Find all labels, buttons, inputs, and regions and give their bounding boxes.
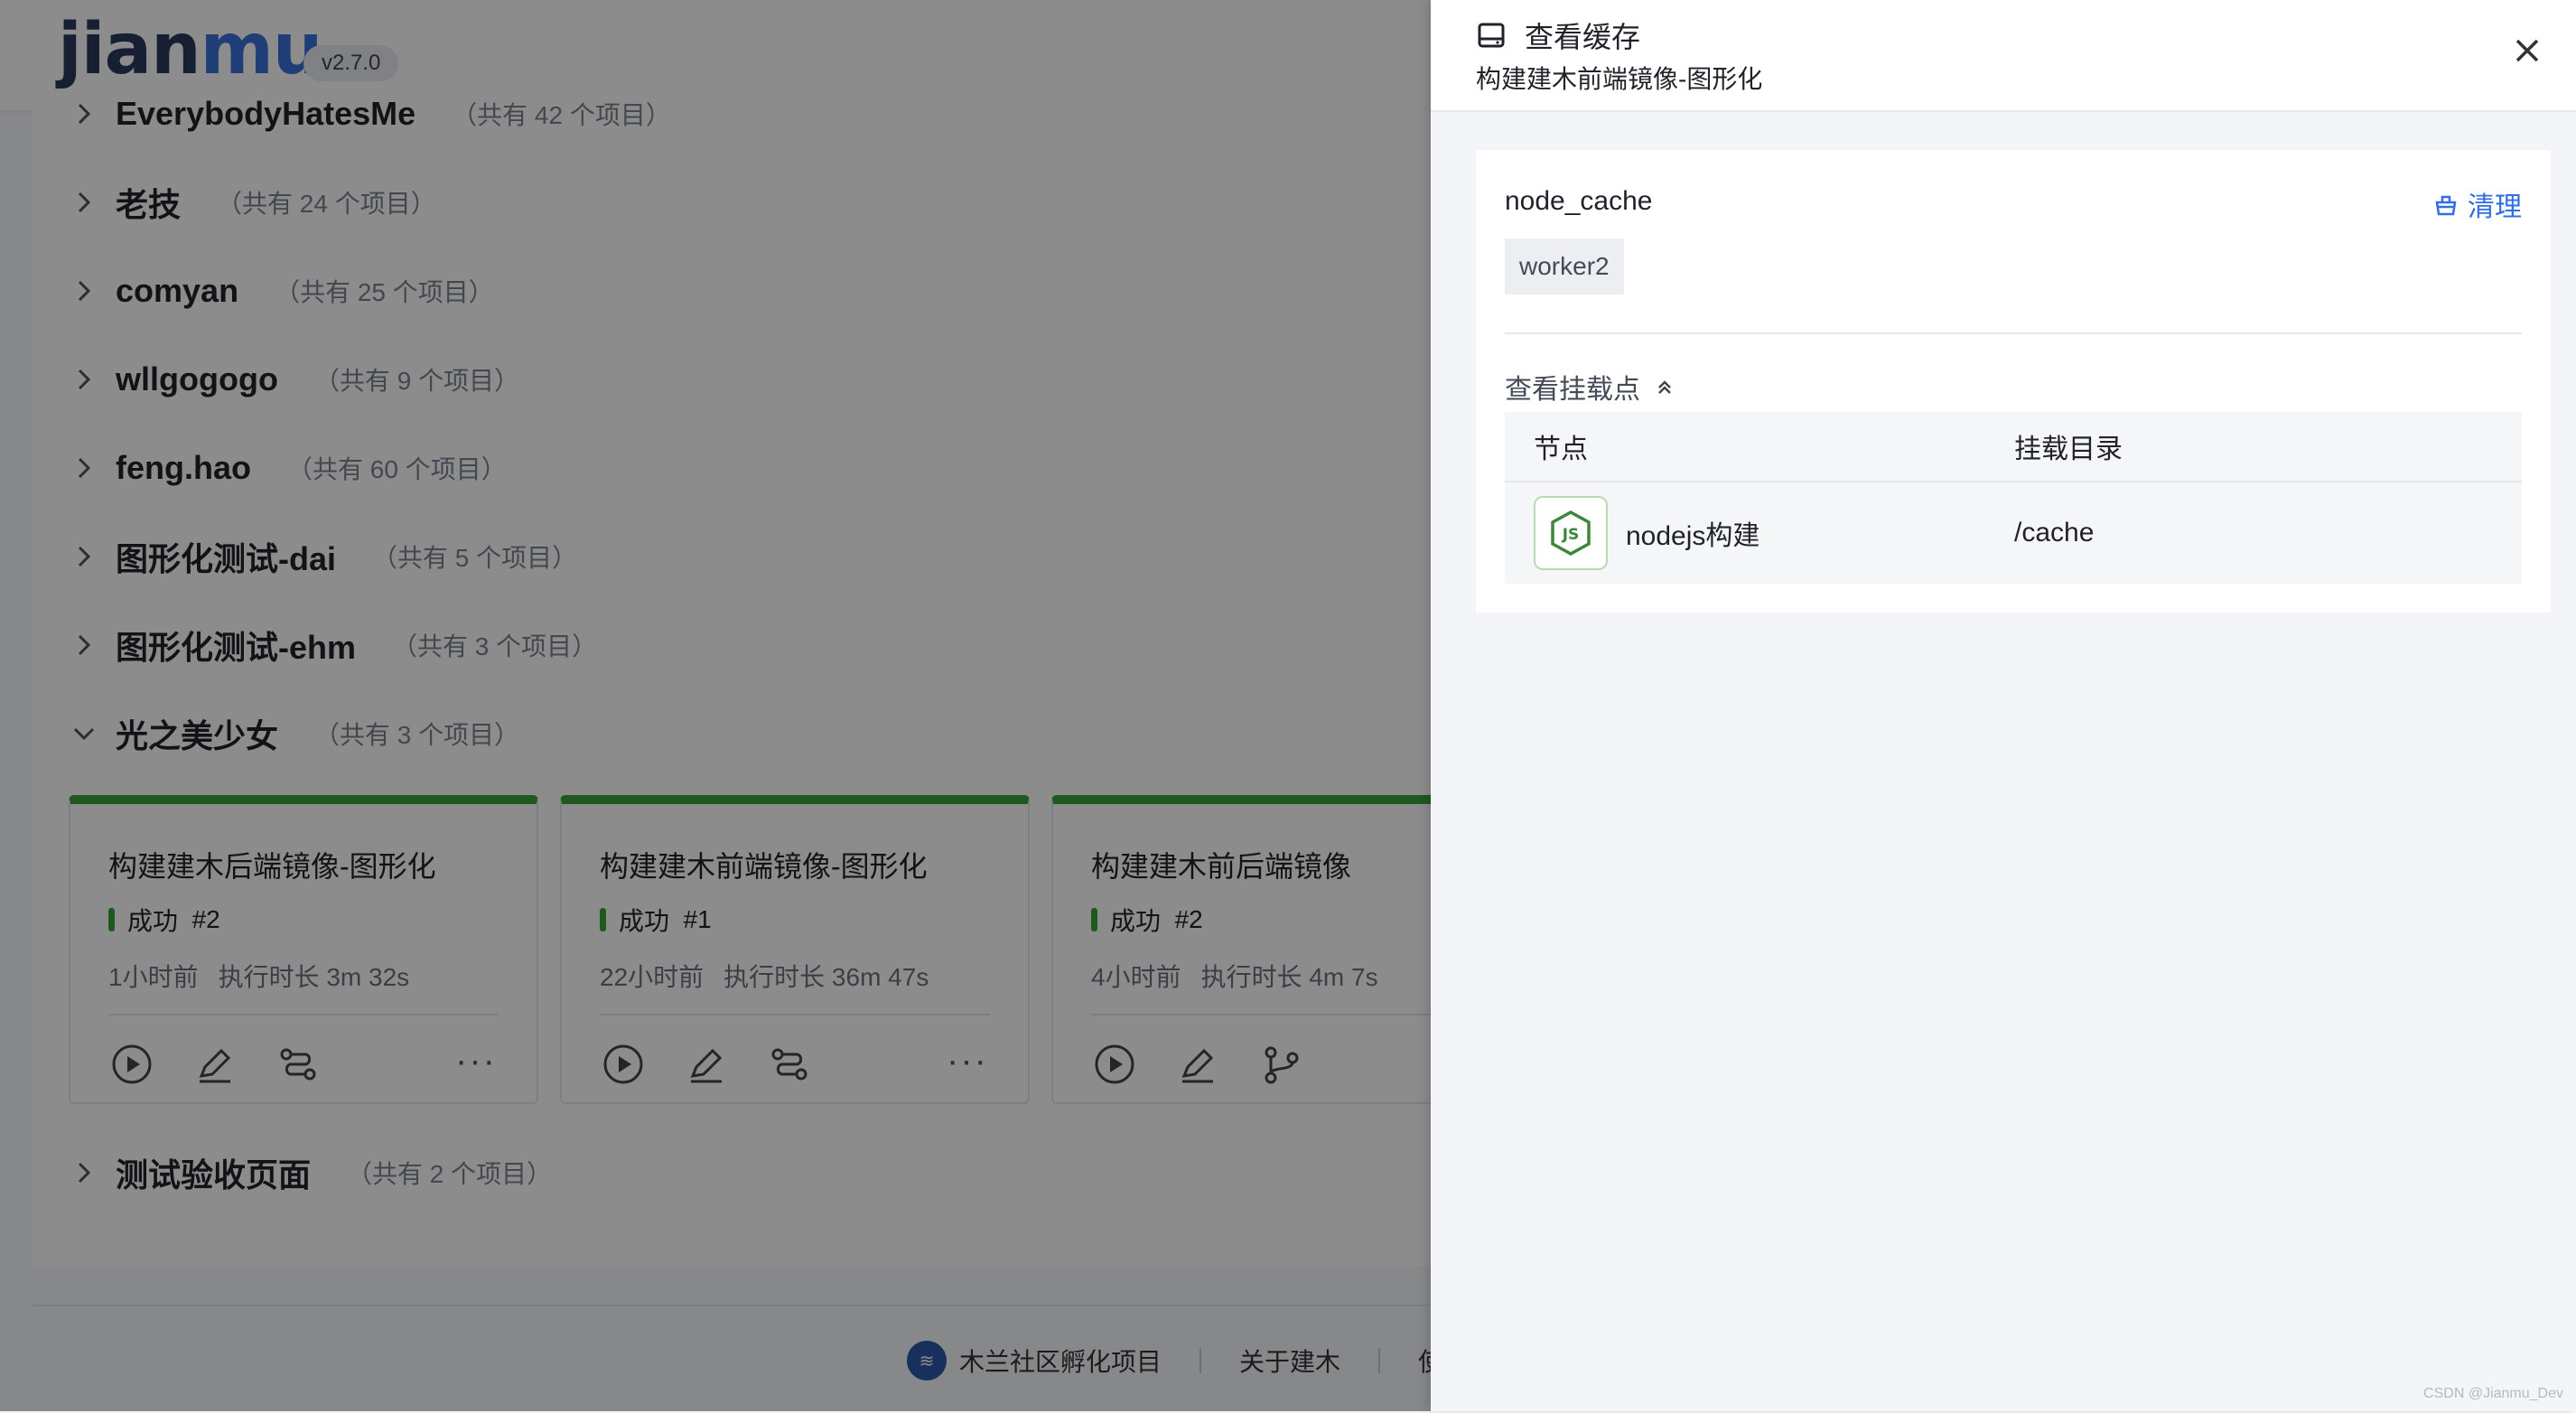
node-name: nodejs构建 — [1626, 521, 1760, 551]
broom-icon — [2435, 195, 2457, 216]
mount-points-toggle[interactable]: 查看挂载点 — [1505, 367, 1675, 407]
mount-table: 节点 挂载目录 JS nodejs构建 /cache — [1505, 412, 2522, 584]
divider — [1505, 332, 2522, 334]
drawer-title: 查看缓存 — [1476, 14, 1640, 56]
cache-drawer: 查看缓存 构建建木前端镜像-图形化 node_cache 清理 worker2 … — [1431, 0, 2576, 1411]
mount-dir: /cache — [2014, 518, 2095, 547]
table-header: 节点 挂载目录 — [1505, 412, 2522, 481]
nodejs-icon: JS — [1534, 496, 1608, 570]
cache-name: node_cache — [1505, 186, 1653, 216]
col-dir: 挂载目录 — [2014, 435, 2123, 464]
modal-mask[interactable] — [0, 0, 1431, 1411]
node-cell: JS nodejs构建 — [1505, 496, 2014, 570]
watermark: CSDN @Jianmu_Dev — [2423, 1386, 2563, 1401]
clean-label: 清理 — [2468, 192, 2522, 222]
table-row: JS nodejs构建 /cache — [1505, 481, 2522, 584]
double-chevron-up-icon — [1658, 380, 1671, 394]
clean-button[interactable]: 清理 — [2433, 184, 2522, 224]
drawer-subtitle: 构建建木前端镜像-图形化 — [1476, 65, 1763, 93]
drawer-title-text: 查看缓存 — [1525, 21, 1641, 53]
worker-tag: worker2 — [1505, 239, 1624, 295]
col-node: 节点 — [1534, 435, 1588, 464]
drawer-header: 查看缓存 构建建木前端镜像-图形化 — [1431, 0, 2576, 112]
mount-toggle-label: 查看挂载点 — [1505, 375, 1640, 405]
cache-panel: node_cache 清理 worker2 查看挂载点 节点 挂载目录 JS n… — [1476, 150, 2551, 613]
svg-text:JS: JS — [1562, 526, 1580, 544]
close-icon[interactable] — [2509, 33, 2545, 69]
hard-disk-icon — [1476, 20, 1507, 51]
